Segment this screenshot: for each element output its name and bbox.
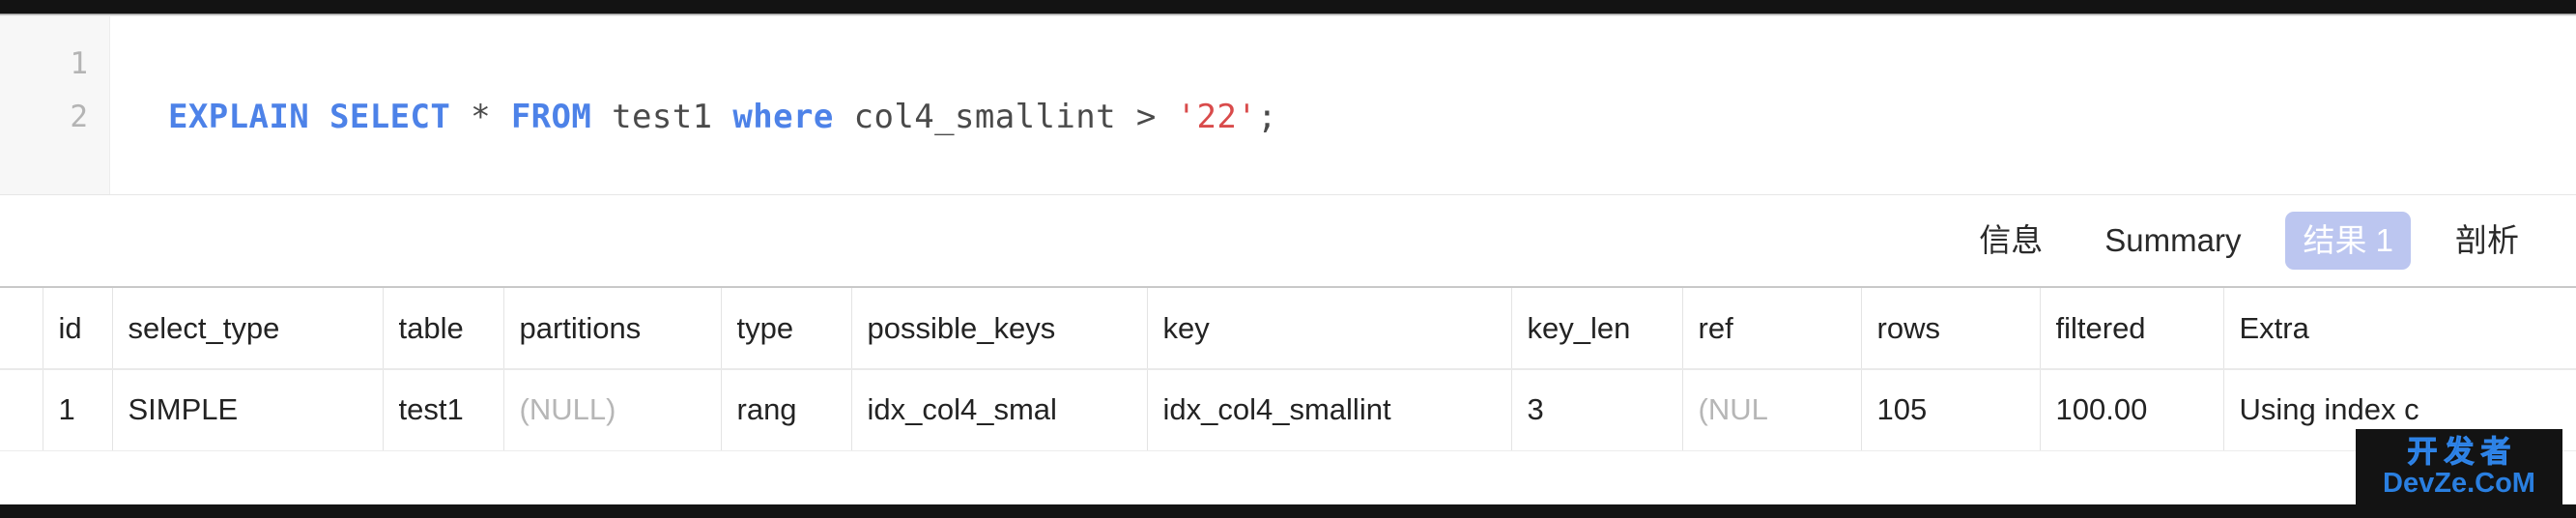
- sql-keyword-explain: EXPLAIN: [168, 98, 310, 136]
- sql-column-name: col4_smallint: [853, 98, 1116, 136]
- tab-status[interactable]: 状: [2563, 212, 2576, 269]
- column-header-ref[interactable]: ref: [1682, 288, 1862, 370]
- cell-ref[interactable]: (NUL: [1682, 369, 1862, 451]
- sql-string-literal: '22': [1176, 98, 1258, 136]
- cell-key-len[interactable]: 3: [1511, 369, 1683, 451]
- window-top-bar: [0, 0, 2576, 16]
- column-header-key[interactable]: key: [1147, 288, 1512, 370]
- column-header-type[interactable]: type: [721, 288, 852, 370]
- cell-table[interactable]: test1: [383, 369, 504, 451]
- tab-summary[interactable]: Summary: [2087, 212, 2258, 269]
- cell-rows[interactable]: 105: [1861, 369, 2041, 451]
- cell-select-type[interactable]: SIMPLE: [112, 369, 384, 451]
- sql-space: [1157, 98, 1177, 136]
- result-table: id select_type table partitions type pos…: [0, 288, 2576, 451]
- sql-editor[interactable]: 1 2 EXPLAIN SELECT * FROM test1 where co…: [0, 16, 2576, 194]
- result-tab-strip: 信息 Summary 结果 1 剖析 状: [0, 194, 2576, 286]
- cell-type[interactable]: rang: [721, 369, 852, 451]
- column-header-filtered[interactable]: filtered: [2040, 288, 2224, 370]
- sql-space: [834, 98, 854, 136]
- code-line-1[interactable]: [110, 38, 2576, 91]
- window-bottom-bar: [0, 504, 2576, 518]
- table-header-row: id select_type table partitions type pos…: [0, 288, 2576, 370]
- sql-keyword-where: where: [732, 98, 834, 136]
- sql-comparison-operator: >: [1135, 98, 1157, 136]
- editor-line-number-gutter: 1 2: [0, 16, 110, 194]
- sql-keyword-from: FROM: [510, 98, 592, 136]
- table-row[interactable]: 1 SIMPLE test1 (NULL) rang idx_col4_smal…: [0, 369, 2576, 451]
- cell-possible-keys[interactable]: idx_col4_smal: [851, 369, 1148, 451]
- sql-star-operator: *: [471, 98, 491, 136]
- row-selector-header: [0, 288, 43, 370]
- editor-code-area[interactable]: EXPLAIN SELECT * FROM test1 where col4_s…: [110, 16, 2576, 194]
- sql-client-window: 1 2 EXPLAIN SELECT * FROM test1 where co…: [0, 0, 2576, 518]
- cell-partitions[interactable]: (NULL): [503, 369, 722, 451]
- sql-space: [591, 98, 612, 136]
- cell-id[interactable]: 1: [43, 369, 113, 451]
- sql-keyword-select: SELECT: [329, 98, 451, 136]
- cell-key[interactable]: idx_col4_smallint: [1147, 369, 1512, 451]
- sql-space: [450, 98, 471, 136]
- cell-filtered[interactable]: 100.00: [2040, 369, 2224, 451]
- column-header-id[interactable]: id: [43, 288, 113, 370]
- column-header-table[interactable]: table: [383, 288, 504, 370]
- column-header-extra[interactable]: Extra: [2223, 288, 2576, 370]
- column-header-possible-keys[interactable]: possible_keys: [851, 288, 1148, 370]
- tab-result-1[interactable]: 结果 1: [2285, 212, 2411, 270]
- line-number: 2: [70, 100, 88, 134]
- sql-space: [1116, 98, 1136, 136]
- tab-profile[interactable]: 剖析: [2438, 212, 2536, 269]
- column-header-rows[interactable]: rows: [1861, 288, 2041, 370]
- column-header-select-type[interactable]: select_type: [112, 288, 384, 370]
- tab-info[interactable]: 信息: [1961, 212, 2060, 269]
- column-header-partitions[interactable]: partitions: [503, 288, 722, 370]
- cell-extra[interactable]: Using index c: [2223, 369, 2576, 451]
- code-line-2[interactable]: EXPLAIN SELECT * FROM test1 where col4_s…: [110, 91, 2576, 144]
- column-header-key-len[interactable]: key_len: [1511, 288, 1683, 370]
- row-selector-cell[interactable]: [0, 369, 43, 451]
- sql-space: [309, 98, 329, 136]
- explain-result-grid[interactable]: id select_type table partitions type pos…: [0, 286, 2576, 504]
- sql-semicolon: ;: [1257, 98, 1277, 136]
- line-number: 1: [70, 46, 88, 81]
- sql-space: [713, 98, 733, 136]
- sql-table-name: test1: [612, 98, 713, 136]
- sql-space: [491, 98, 511, 136]
